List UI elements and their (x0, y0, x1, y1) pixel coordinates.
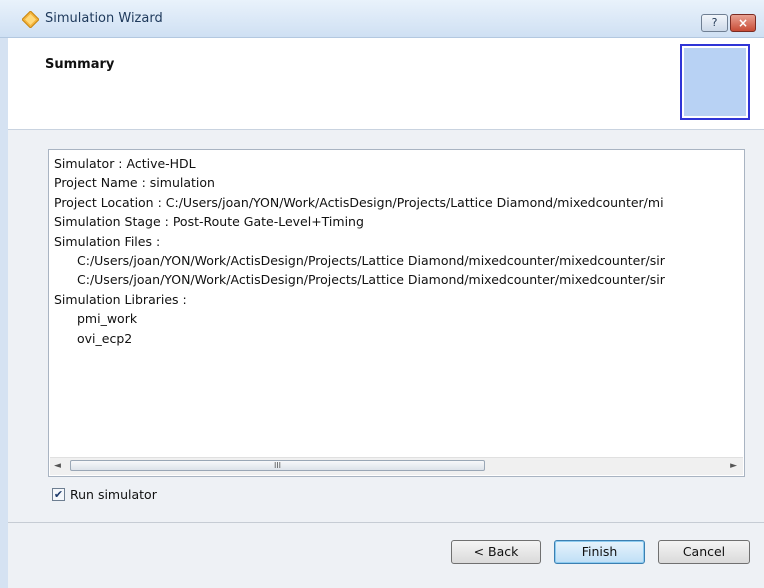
summary-line-file-2: C:/Users/joan/YON/Work/ActisDesign/Proje… (77, 272, 665, 288)
wizard-header: Summary (8, 38, 764, 129)
summary-textbox[interactable]: Simulator : Active-HDL Project Name : si… (48, 149, 745, 477)
cancel-button[interactable]: Cancel (658, 540, 750, 564)
summary-lines: Simulator : Active-HDL Project Name : si… (54, 154, 665, 348)
wizard-diamond-icon (22, 11, 39, 28)
summary-line-project-name: Project Name : simulation (54, 175, 215, 191)
scroll-right-arrow-icon[interactable]: ► (730, 461, 737, 471)
header-image (680, 44, 750, 120)
summary-line-library-2: ovi_ecp2 (77, 330, 133, 346)
summary-line-library-1: pmi_work (77, 311, 138, 327)
summary-line-simulation-libraries: Simulation Libraries : (54, 291, 187, 307)
summary-line-simulation-stage: Simulation Stage : Post-Route Gate-Level… (54, 214, 364, 230)
horizontal-scrollbar[interactable]: ◄ III ► (50, 457, 743, 475)
page-title: Summary (45, 57, 115, 72)
summary-line-file-1: C:/Users/joan/YON/Work/ActisDesign/Proje… (77, 252, 665, 268)
summary-line-project-location: Project Location : C:/Users/joan/YON/Wor… (54, 194, 664, 210)
help-button[interactable]: ? (701, 14, 728, 32)
footer-divider (8, 522, 764, 523)
simulation-wizard-window: Simulation Wizard ? × Summary Simulator … (0, 0, 764, 588)
run-simulator-label[interactable]: Run simulator (70, 487, 157, 502)
run-simulator-checkbox[interactable]: ✔ (52, 488, 65, 501)
wizard-body: Simulator : Active-HDL Project Name : si… (8, 129, 764, 588)
window-left-border (0, 38, 8, 588)
summary-line-simulator: Simulator : Active-HDL (54, 156, 196, 171)
finish-button[interactable]: Finish (554, 540, 645, 564)
scroll-left-arrow-icon[interactable]: ◄ (54, 461, 61, 471)
summary-line-simulation-files: Simulation Files : (54, 233, 161, 249)
window-title: Simulation Wizard (45, 11, 163, 26)
title-bar: Simulation Wizard ? × (0, 0, 764, 38)
close-button[interactable]: × (730, 14, 756, 32)
back-button[interactable]: < Back (451, 540, 541, 564)
scrollbar-thumb[interactable]: III (70, 460, 485, 471)
